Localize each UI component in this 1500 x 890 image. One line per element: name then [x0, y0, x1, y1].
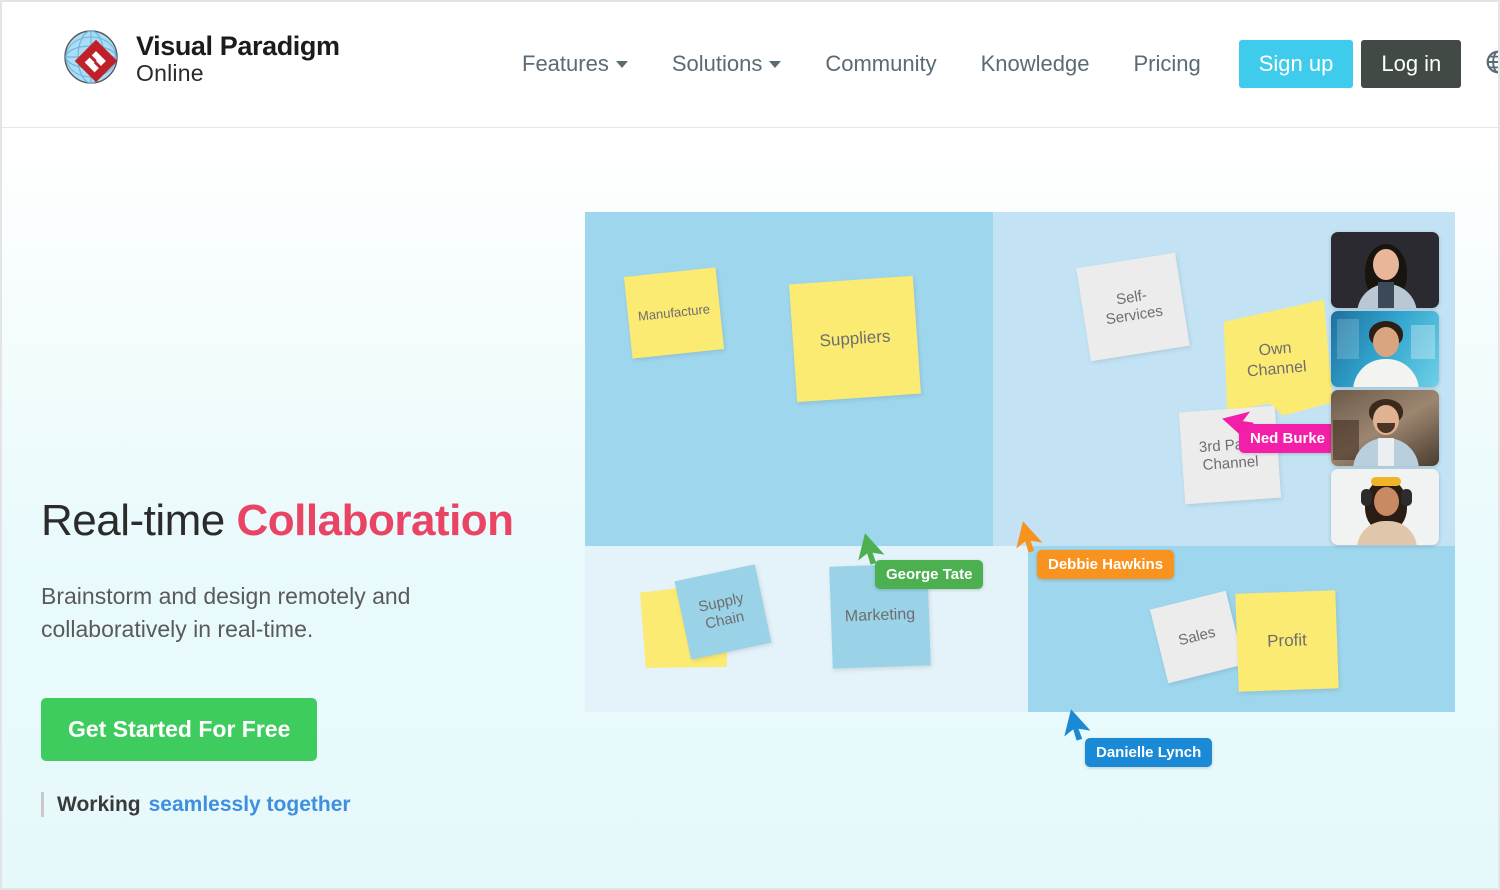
collab-cursor-label: Danielle Lynch	[1085, 738, 1213, 767]
hero-subheading: Brainstorm and design remotely and colla…	[41, 582, 411, 643]
collab-cursor-label: George Tate	[875, 560, 984, 589]
avatar-headband	[1371, 477, 1401, 486]
nav-features[interactable]: Features	[500, 41, 650, 87]
headline-plain: Real-time	[41, 496, 237, 545]
nav-knowledge[interactable]: Knowledge	[959, 41, 1112, 87]
collab-cursor-label: Debbie Hawkins	[1037, 550, 1175, 579]
sticky-note-text: Supply Chain	[696, 589, 746, 633]
sticky-note-text: Marketing	[844, 606, 916, 626]
avatar-face	[1373, 249, 1399, 280]
sticky-note-supply-chain[interactable]: Supply Chain	[674, 564, 772, 660]
video-tile-participant-4[interactable]	[1331, 469, 1439, 545]
hero-content: Real-time Collaboration Brainstorm and d…	[41, 495, 561, 818]
nav-solutions-label: Solutions	[671, 51, 763, 76]
chevron-down-icon	[769, 60, 782, 68]
video-tile-participant-1[interactable]	[1331, 232, 1439, 308]
brand-logo[interactable]: Visual Paradigm Online	[62, 28, 340, 90]
nav-solutions[interactable]: Solutions	[650, 41, 804, 87]
video-tile-participant-3[interactable]	[1331, 390, 1439, 466]
nav-features-label: Features	[522, 51, 609, 76]
video-tile-participant-2[interactable]	[1331, 311, 1439, 387]
tagline-strong: Working	[57, 792, 141, 816]
globe-diamond-logo-icon	[62, 28, 124, 90]
sticky-note-text: Self-Services	[1104, 286, 1165, 329]
brand-name-line1: Visual Paradigm	[136, 31, 340, 61]
video-bg-shape	[1411, 325, 1435, 359]
tagline-link[interactable]: seamlessly together	[149, 793, 351, 817]
sticky-note-text: Manufacture	[637, 301, 711, 324]
avatar-headphone-left	[1361, 489, 1372, 506]
nav-knowledge-label: Knowledge	[980, 51, 1090, 76]
sticky-note-suppliers[interactable]: Suppliers	[789, 275, 921, 403]
avatar-face	[1373, 327, 1399, 357]
log-in-button[interactable]: Log in	[1361, 40, 1462, 88]
get-started-button[interactable]: Get Started For Free	[41, 698, 318, 762]
collab-cursor-label: Ned Burke	[1239, 424, 1337, 453]
avatar-headphone-right	[1401, 489, 1412, 506]
site-header: Visual Paradigm Online Features Solution…	[0, 0, 1500, 128]
page-title: Real-time Collaboration	[41, 495, 561, 548]
sticky-note-profit[interactable]: Profit	[1235, 590, 1339, 692]
brand-logo-text: Visual Paradigm Online	[136, 33, 340, 85]
nav-community[interactable]: Community	[803, 41, 958, 87]
main-navigation: Features Solutions Community Knowledge P…	[500, 0, 1500, 128]
quadrant-top-left[interactable]	[585, 212, 993, 546]
sticky-note-text: Suppliers	[818, 326, 891, 351]
page-border-top	[0, 0, 1500, 2]
sticky-note-text: Own Channel	[1246, 340, 1308, 381]
chevron-down-icon	[615, 60, 628, 68]
avatar-face	[1374, 487, 1399, 516]
sticky-note-text: Sales	[1176, 623, 1218, 650]
hero-tagline: Working seamlessly together	[41, 792, 561, 818]
video-bg-shape	[1337, 319, 1359, 359]
avatar-collar	[1378, 282, 1394, 308]
sign-up-button[interactable]: Sign up	[1238, 40, 1354, 88]
headline-accent: Collaboration	[236, 496, 515, 545]
brand-name-line2: Online	[136, 60, 204, 86]
sticky-note-text: Profit	[1266, 629, 1308, 651]
video-bg-shape	[1333, 420, 1359, 460]
nav-pricing-label: Pricing	[1133, 51, 1201, 76]
whiteboard-canvas[interactable]: Manufacture Suppliers Self-Services Own …	[585, 212, 1455, 767]
nav-pricing[interactable]: Pricing	[1111, 41, 1222, 87]
nav-community-label: Community	[825, 51, 937, 76]
page-root: Visual Paradigm Online Features Solution…	[0, 0, 1500, 890]
sticky-note-self-services[interactable]: Self-Services	[1076, 252, 1190, 362]
tagline-divider	[41, 792, 44, 818]
page-border-left	[0, 0, 2, 890]
avatar-shirt	[1378, 438, 1394, 466]
sticky-note-manufacture[interactable]: Manufacture	[623, 267, 725, 359]
